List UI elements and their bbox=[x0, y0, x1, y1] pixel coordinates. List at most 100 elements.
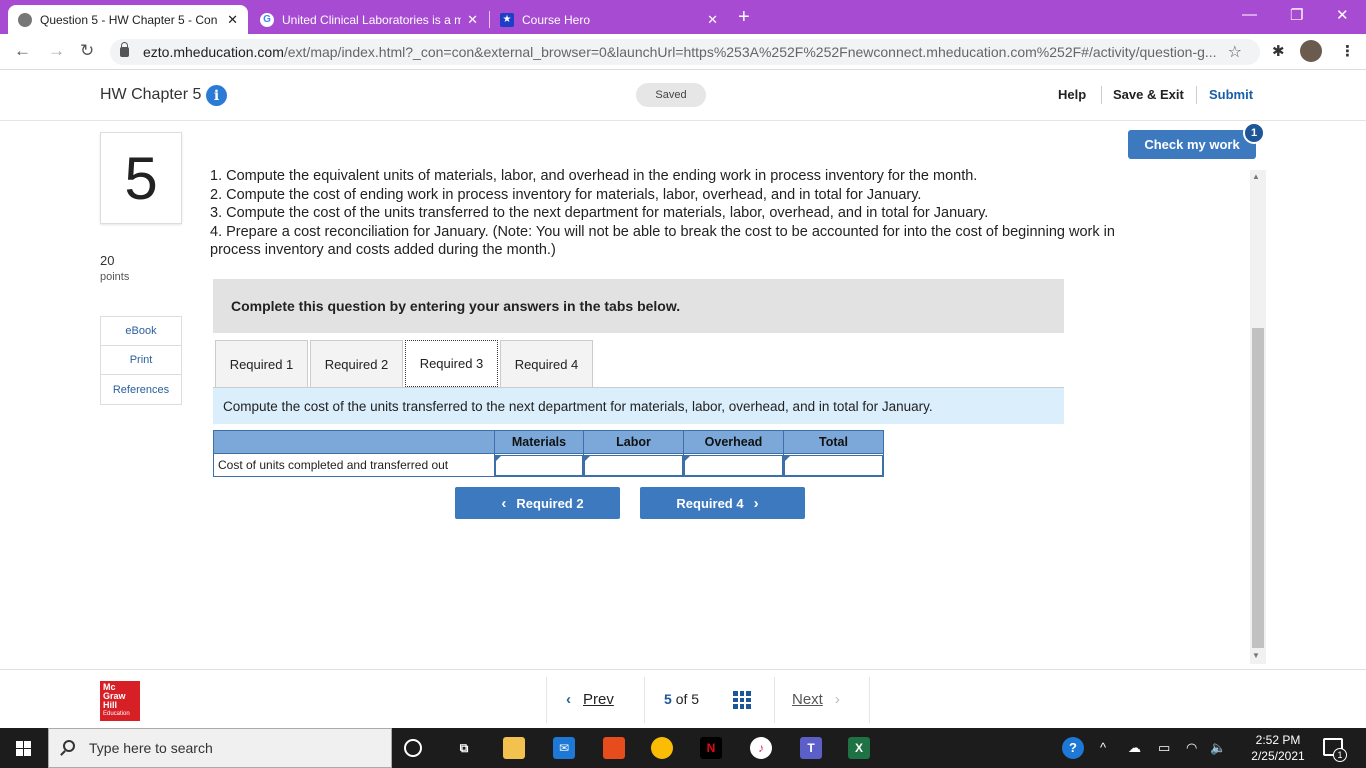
info-icon[interactable]: i bbox=[206, 85, 227, 106]
table-header-row: Materials Labor Overhead Total bbox=[213, 430, 884, 454]
bookmark-star-icon[interactable]: ☆ bbox=[1228, 42, 1242, 62]
system-clock[interactable]: 2:52 PM 2/25/2021 bbox=[1243, 732, 1313, 764]
prev-question-link[interactable]: ‹ Prev bbox=[566, 691, 614, 708]
browser-toolbar: ← → ↻ ezto.mheducation.com/ext/map/index… bbox=[0, 34, 1366, 70]
total-input[interactable] bbox=[784, 454, 883, 476]
netflix-icon[interactable]: N bbox=[700, 737, 722, 759]
windows-taskbar: Type here to search ⧉ ✉ N ♪ T X ? ^ ☁ ▭ … bbox=[0, 728, 1366, 768]
next-required-label: Required 4 bbox=[676, 495, 744, 511]
profile-avatar-icon[interactable] bbox=[1300, 40, 1322, 62]
tab-required-1[interactable]: Required 1 bbox=[215, 340, 308, 387]
question-pager: ‹ Prev 5 of 5 Next › bbox=[546, 677, 870, 723]
clock-date: 2/25/2021 bbox=[1251, 749, 1305, 763]
mcgraw-hill-logo: Mc Graw Hill Education bbox=[100, 681, 140, 721]
wifi-icon[interactable]: ◠ bbox=[1186, 740, 1197, 756]
menu-kebab-icon[interactable]: ⋮ bbox=[1340, 42, 1355, 60]
clock-time: 2:52 PM bbox=[1255, 733, 1301, 747]
chevron-up-icon[interactable]: ^ bbox=[1100, 740, 1106, 755]
column-header: Labor bbox=[583, 430, 684, 454]
materials-input[interactable] bbox=[495, 454, 583, 476]
column-header: Total bbox=[783, 430, 884, 454]
onedrive-icon[interactable]: ☁ bbox=[1128, 740, 1141, 756]
address-bar[interactable]: ezto.mheducation.com/ext/map/index.html?… bbox=[110, 39, 1260, 65]
logo-line: Hill bbox=[103, 700, 118, 710]
search-icon bbox=[63, 740, 75, 752]
taskbar-search-input[interactable]: Type here to search bbox=[48, 728, 392, 768]
prev-required-button[interactable]: ‹ Required 2 bbox=[455, 487, 620, 519]
itunes-icon[interactable]: ♪ bbox=[750, 737, 772, 759]
close-icon[interactable]: ✕ bbox=[467, 12, 478, 28]
tab-instruction: Compute the cost of the units transferre… bbox=[213, 388, 1064, 424]
chrome-icon[interactable] bbox=[651, 737, 673, 759]
close-icon[interactable]: ✕ bbox=[227, 12, 238, 28]
chevron-right-icon: › bbox=[834, 691, 840, 708]
tab-course-hero[interactable]: ★ Course Hero ✕ bbox=[490, 5, 728, 34]
save-exit-link[interactable]: Save & Exit bbox=[1113, 87, 1184, 102]
cell-marker bbox=[496, 455, 502, 461]
minimize-icon[interactable]: — bbox=[1242, 6, 1257, 23]
points-value: 20 bbox=[100, 253, 115, 268]
question-number: 5 bbox=[100, 132, 182, 224]
tab-question[interactable]: Question 5 - HW Chapter 5 - Con ✕ bbox=[8, 5, 248, 34]
total-questions: 5 bbox=[691, 691, 700, 707]
instruction-item: 1. Compute the equivalent units of mater… bbox=[210, 168, 978, 184]
file-explorer-icon[interactable] bbox=[503, 737, 525, 759]
saved-status-badge: Saved bbox=[636, 83, 706, 107]
current-question: 5 bbox=[664, 691, 672, 707]
tab-label: United Clinical Laboratories is a m bbox=[282, 12, 462, 27]
next-required-button[interactable]: Required 4 › bbox=[640, 487, 805, 519]
new-tab-icon[interactable]: + bbox=[738, 6, 750, 29]
divider bbox=[774, 677, 775, 723]
office-icon[interactable] bbox=[603, 737, 625, 759]
overhead-input[interactable] bbox=[684, 454, 783, 476]
tab-required-2[interactable]: Required 2 bbox=[310, 340, 403, 387]
labor-input[interactable] bbox=[584, 454, 683, 476]
extensions-icon[interactable]: ✱ bbox=[1272, 42, 1285, 60]
help-tray-icon[interactable]: ? bbox=[1062, 737, 1084, 759]
question-grid-icon[interactable] bbox=[733, 691, 751, 709]
windows-start-icon[interactable] bbox=[16, 741, 31, 756]
browser-tab-bar: Question 5 - HW Chapter 5 - Con ✕ G Unit… bbox=[0, 0, 1366, 34]
mail-icon[interactable]: ✉ bbox=[553, 737, 575, 759]
battery-icon[interactable]: ▭ bbox=[1158, 740, 1170, 756]
answer-table: Materials Labor Overhead Total Cost of u… bbox=[213, 430, 884, 477]
references-link[interactable]: References bbox=[101, 375, 181, 404]
volume-icon[interactable]: 🔈 bbox=[1210, 740, 1226, 756]
tab-united-clinical[interactable]: G United Clinical Laboratories is a m ✕ bbox=[250, 5, 488, 34]
cortana-icon[interactable] bbox=[404, 739, 422, 757]
reload-icon[interactable]: ↻ bbox=[80, 41, 94, 61]
scrollbar-thumb[interactable] bbox=[1252, 328, 1264, 648]
question-footer: Mc Graw Hill Education ‹ Prev 5 of 5 Next… bbox=[0, 669, 1366, 728]
next-question-link[interactable]: Next › bbox=[792, 691, 840, 708]
instruction-item: 2. Compute the cost of ending work in pr… bbox=[210, 186, 922, 203]
question-instructions: 1. Compute the equivalent units of mater… bbox=[210, 167, 1170, 260]
column-header: Overhead bbox=[683, 430, 784, 454]
tab-required-3[interactable]: Required 3 bbox=[405, 340, 498, 387]
scroll-up-icon[interactable]: ▲ bbox=[1252, 172, 1260, 181]
overhead-cell bbox=[683, 453, 784, 477]
tab-label: Question 5 - HW Chapter 5 - Con bbox=[40, 12, 218, 27]
ebook-link[interactable]: eBook bbox=[101, 317, 181, 346]
close-icon[interactable]: ✕ bbox=[707, 12, 718, 28]
help-link[interactable]: Help bbox=[1058, 87, 1086, 102]
scroll-down-icon[interactable]: ▼ bbox=[1252, 651, 1260, 660]
notification-count-badge: 1 bbox=[1333, 748, 1347, 762]
restore-icon[interactable]: ❐ bbox=[1290, 6, 1303, 24]
tab-required-4[interactable]: Required 4 bbox=[500, 340, 593, 387]
chevron-right-icon: › bbox=[753, 494, 759, 512]
excel-icon[interactable]: X bbox=[848, 737, 870, 759]
task-view-icon[interactable]: ⧉ bbox=[453, 737, 475, 759]
url-path: /ext/map/index.html?_con=con&external_br… bbox=[283, 44, 1217, 60]
check-my-work-button[interactable]: Check my work bbox=[1128, 130, 1256, 159]
divider bbox=[869, 677, 870, 723]
forward-icon[interactable]: → bbox=[48, 41, 65, 61]
window-close-icon[interactable]: ✕ bbox=[1336, 6, 1349, 24]
logo-line: Education bbox=[103, 711, 130, 717]
back-icon[interactable]: ← bbox=[14, 41, 31, 61]
column-header bbox=[213, 430, 495, 454]
print-link[interactable]: Print bbox=[101, 346, 181, 375]
search-placeholder: Type here to search bbox=[89, 740, 213, 756]
teams-icon[interactable]: T bbox=[800, 737, 822, 759]
submit-link[interactable]: Submit bbox=[1209, 87, 1253, 102]
side-links: eBook Print References bbox=[100, 316, 182, 405]
